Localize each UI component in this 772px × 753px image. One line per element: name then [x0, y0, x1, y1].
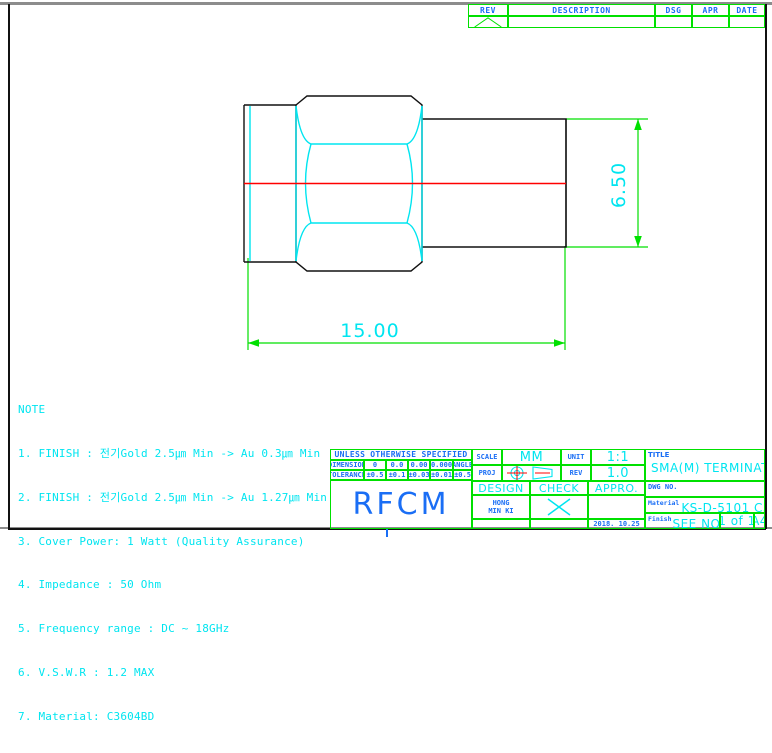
appro-value[interactable]	[588, 495, 645, 519]
title-cell: TITLE SMA(M) TERMINATION 1W	[645, 449, 765, 481]
unit-value: 1:1	[591, 449, 645, 465]
tolerance-val-0: ±0.5	[364, 470, 386, 480]
drawing-sheet: REV DESCRIPTION DSG APR DATE 15.00 6.50 …	[0, 0, 772, 723]
tolerance-val-2: ±0.03	[408, 470, 430, 480]
hex-chamfer-arc-top	[295, 105, 423, 145]
arrow-v-top	[634, 119, 642, 130]
arrow-v-bottom	[634, 236, 642, 247]
dimension-lines	[247, 118, 648, 350]
hex-barrel-left	[304, 143, 312, 224]
check-value[interactable]	[530, 495, 588, 519]
design-value-line2: MIN KI	[488, 507, 514, 515]
dimension-arrowheads	[248, 119, 642, 347]
revision-header-rev: REV	[468, 4, 508, 16]
revision-row-dsg[interactable]	[655, 16, 692, 28]
finish-label: Finish	[648, 515, 672, 523]
rev-label: REV	[561, 465, 591, 481]
note-item-2: 2. FINISH : 전기Gold 2.5㎛ Min -> Au 1.27㎛ …	[18, 490, 328, 504]
first-angle-projection-icon	[507, 466, 553, 480]
design-value[interactable]: HONG MIN KI	[472, 495, 530, 519]
center-tick-mark	[386, 529, 388, 537]
tolerance-val-1: ±0.1	[386, 470, 408, 480]
dwg-no-label: DWG NO.	[648, 483, 678, 491]
hex-barrel-right	[406, 143, 414, 224]
company-logo: RFCM	[330, 480, 472, 529]
date-cell-check	[530, 519, 588, 529]
note-item-5: 5. Frequency range : DC ~ 18GHz	[18, 622, 230, 636]
title-block: UNLESS OTHERWISE SPECIFIED DIMENSION 0 0…	[330, 449, 765, 529]
finish-value: SEE NOTE 1	[672, 517, 720, 529]
sheet-size-value: A4	[754, 513, 765, 529]
tolerance-dim-col-angle: ANGLE	[453, 460, 472, 470]
dwg-no-cell: DWG NO.	[645, 481, 765, 497]
tolerance-val-3: ±0.01	[430, 470, 453, 480]
date-cell-design	[472, 519, 530, 529]
check-x-mark-icon	[547, 498, 571, 516]
note-item-1: 1. FINISH : 전기Gold 2.5㎛ Min -> Au 0.3㎛ M…	[18, 446, 321, 460]
material-label: Material	[648, 499, 680, 507]
material-cell: Material KS-D-5101 C3604BD	[645, 497, 765, 513]
date-value: 2018. 10.25	[588, 519, 645, 529]
sheet-border-right	[765, 4, 767, 529]
arrow-h-right	[554, 339, 565, 347]
part-outline-black	[243, 95, 567, 272]
title-value: SMA(M) TERMINATION 1W	[651, 461, 764, 475]
material-value: KS-D-5101 C3604BD	[681, 501, 764, 513]
scale-label: SCALE	[472, 449, 502, 465]
note-item-7: 7. Material: C3604BD	[18, 709, 155, 723]
hex-nut-outline	[295, 95, 423, 272]
dimension-label-length: 15.00	[340, 320, 400, 342]
rev-value: 1.0	[591, 465, 645, 481]
notes-heading: NOTE	[18, 403, 46, 417]
revision-header-apr: APR	[692, 4, 729, 16]
tolerance-dim-col-3: 0.000	[430, 460, 453, 470]
tolerance-dim-col-1: 0.0	[386, 460, 408, 470]
revision-header-date: DATE	[729, 4, 765, 16]
tolerance-row-label-dimension: DIMENSION	[330, 460, 364, 470]
tolerance-dim-col-2: 0.00	[408, 460, 430, 470]
revision-header-dsg: DSG	[655, 4, 692, 16]
body-outline	[422, 118, 567, 248]
design-value-line1: HONG	[492, 499, 510, 507]
tolerance-banner: UNLESS OTHERWISE SPECIFIED	[330, 449, 472, 460]
note-item-4: 4. Impedance : 50 Ohm	[18, 578, 162, 592]
design-label: DESIGN	[472, 481, 530, 495]
part-inner-lines-cyan	[249, 105, 423, 262]
revision-row-apr[interactable]	[692, 16, 729, 28]
appro-label: APPRO.	[588, 481, 645, 495]
unit-label: UNIT	[561, 449, 591, 465]
tolerance-dim-col-0: 0	[364, 460, 386, 470]
sheet-border-left	[8, 4, 10, 529]
tolerance-val-angle: ±0.5	[453, 470, 472, 480]
check-label: CHECK	[530, 481, 588, 495]
revision-row-date[interactable]	[729, 16, 765, 28]
arrow-h-left	[248, 339, 259, 347]
revision-header-description: DESCRIPTION	[508, 4, 655, 16]
title-label: TITLE	[648, 451, 670, 459]
tolerance-row-label-tolerance: TOLERANCE	[330, 470, 364, 480]
dimension-label-diameter: 6.50	[608, 161, 630, 209]
notes-block: NOTE 1. FINISH : 전기Gold 2.5㎛ Min -> Au 0…	[18, 374, 327, 753]
revision-row-description[interactable]	[508, 16, 655, 28]
scale-value: MM	[502, 449, 561, 465]
projection-symbol	[502, 465, 561, 481]
revision-table: REV DESCRIPTION DSG APR DATE	[468, 4, 765, 28]
hex-chamfer-arc-bottom	[295, 222, 423, 262]
revision-triangle-icon	[474, 17, 502, 27]
note-item-6: 6. V.S.W.R : 1.2 MAX	[18, 665, 155, 679]
revision-row-rev[interactable]	[468, 16, 508, 28]
page-value: 1 of 1	[720, 513, 754, 529]
proj-label: PROJ	[472, 465, 502, 481]
finish-cell: Finish SEE NOTE 1	[645, 513, 720, 529]
note-item-3: 3. Cover Power: 1 Watt (Quality Assuranc…	[18, 534, 305, 548]
